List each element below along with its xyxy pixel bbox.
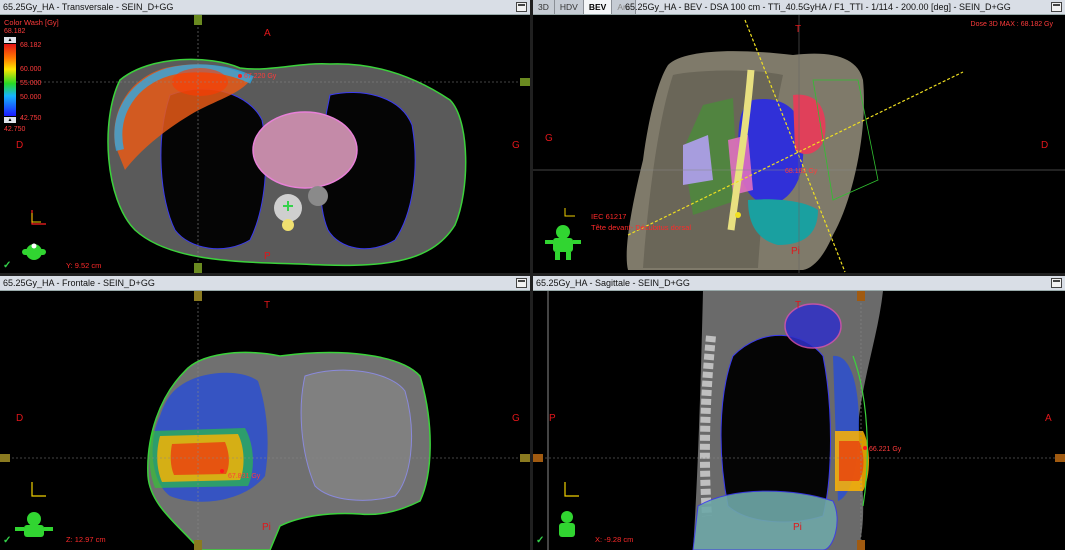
dose-point-label: 67.220 Gy xyxy=(244,73,277,80)
viewport-transverse[interactable]: 65.25Gy_HA - Transversale - SEIN_D+GG Co… xyxy=(0,0,530,273)
slice-coordinate: Z: 12.97 cm xyxy=(66,535,106,544)
orient-top: T xyxy=(795,300,802,311)
color-wash-min-arrow-value: 42.750 xyxy=(20,115,42,122)
orient-left: D xyxy=(16,413,24,424)
orient-top: A xyxy=(264,28,271,39)
dose-point-label: 67.831 Gy xyxy=(228,473,261,480)
frontal-image xyxy=(0,291,530,550)
transverse-image xyxy=(0,15,530,273)
color-wash-max: 68.182 xyxy=(4,28,26,35)
orient-bottom: Pi xyxy=(262,522,271,533)
dose-point-label: 68.182 Gy xyxy=(785,168,818,175)
orient-right: G xyxy=(512,413,520,424)
orient-bottom: Pi xyxy=(793,522,802,533)
color-wash-min: 42.750 xyxy=(4,126,26,133)
color-wash-max-arrow-value: 68.182 xyxy=(20,42,42,49)
dose-point-label: 66.221 Gy xyxy=(869,446,902,453)
patient-orientation: Tête devant- Décubitus dorsal xyxy=(591,223,692,232)
check-icon: ✓ xyxy=(536,535,545,546)
viewport-frontal[interactable]: 65.25Gy_HA - Frontale - SEIN_D+GG T D G … xyxy=(0,276,530,550)
viewport-bev[interactable]: 3D HDV BEV Arc 65.25Gy_HA - BEV - DSA 10… xyxy=(533,0,1065,273)
orient-bottom: Pi xyxy=(791,246,800,257)
orient-top: T xyxy=(795,24,802,35)
color-wash-level-2: 55.000 xyxy=(20,80,42,87)
color-wash-level-1: 60.000 xyxy=(20,66,42,73)
orient-right: G xyxy=(512,140,520,151)
orient-left: D xyxy=(16,140,24,151)
check-icon: ✓ xyxy=(3,260,12,271)
slice-coordinate: Y: 9.52 cm xyxy=(66,261,102,270)
color-wash-up-arrow[interactable]: ▲ xyxy=(4,37,16,43)
iec-standard: IEC 61217 xyxy=(591,212,627,221)
color-wash-down-arrow[interactable]: ▲ xyxy=(4,117,16,123)
color-wash-scale xyxy=(4,44,16,116)
orient-bottom: P xyxy=(264,251,271,262)
color-wash-level-3: 50.000 xyxy=(20,94,42,101)
bev-render xyxy=(533,15,1065,273)
orient-right: D xyxy=(1041,140,1049,151)
dose-3d-max: Dose 3D MAX : 68.182 Gy xyxy=(970,21,1053,28)
orient-right: A xyxy=(1045,413,1052,424)
sagittal-image xyxy=(533,291,1065,550)
orient-top: T xyxy=(264,300,271,311)
color-wash-title: Color Wash [Gy] xyxy=(4,18,59,27)
orient-left: G xyxy=(545,133,553,144)
viewport-sagittal[interactable]: 65.25Gy_HA - Sagittale - SEIN_D+GG T P A… xyxy=(533,276,1065,550)
orient-left: P xyxy=(549,413,556,424)
slice-coordinate: X: -9.28 cm xyxy=(595,535,634,544)
check-icon: ✓ xyxy=(3,535,12,546)
